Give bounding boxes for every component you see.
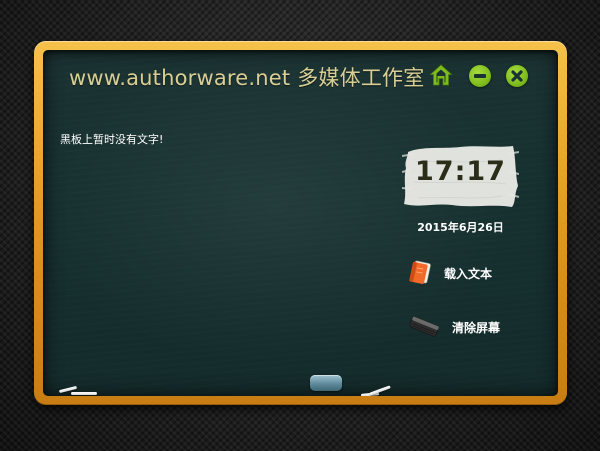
clear-screen-button[interactable]: 清除屏幕 (408, 312, 500, 342)
notebook-icon (409, 260, 431, 284)
home-button[interactable] (429, 63, 453, 87)
clock-time: 17:17 (415, 156, 506, 187)
clock-date: 2015年6月26日 (417, 221, 504, 234)
close-button[interactable] (506, 65, 528, 87)
window-title: www.authorware.net 多媒体工作室 (69, 66, 425, 90)
blackboard: www.authorware.net 多媒体工作室 黑板上暂时没有文字! 17:… (43, 50, 558, 396)
blackboard-frame: www.authorware.net 多媒体工作室 黑板上暂时没有文字! 17:… (34, 41, 567, 405)
chalk-stick (369, 385, 391, 396)
clear-screen-label: 清除屏幕 (452, 320, 501, 335)
board-text: 黑板上暂时没有文字! (60, 133, 164, 146)
load-text-label: 载入文本 (444, 266, 493, 281)
chalk-stick (71, 392, 97, 395)
close-circle-icon (511, 70, 523, 82)
tray-eraser[interactable] (310, 375, 342, 391)
home-icon (429, 64, 453, 86)
minus-circle-icon (474, 74, 486, 78)
load-text-button[interactable]: 载入文本 (408, 258, 492, 288)
eraser-icon (409, 316, 439, 337)
minimize-button[interactable] (469, 65, 491, 87)
